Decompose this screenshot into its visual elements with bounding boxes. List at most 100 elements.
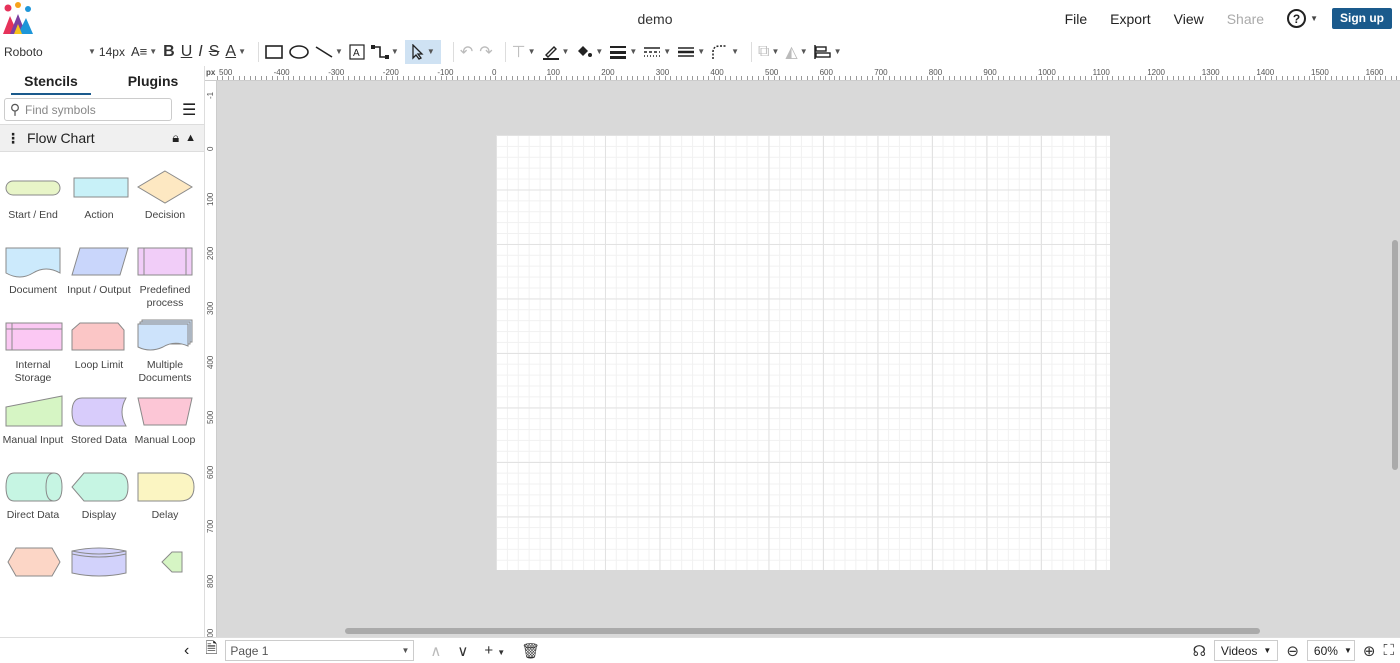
- page-up-icon[interactable]: ∧: [430, 642, 441, 660]
- stencil-manual-loop[interactable]: Manual Loop: [132, 393, 198, 464]
- ruler-tick: [217, 76, 218, 80]
- stencil-database[interactable]: [66, 543, 132, 614]
- text-size-button[interactable]: A≡ ▼: [131, 40, 157, 64]
- stencil-terminator[interactable]: Start / End: [0, 168, 66, 239]
- stencil-off-page[interactable]: [132, 543, 198, 614]
- horizontal-scrollbar[interactable]: [345, 628, 1260, 634]
- zoom-select[interactable]: 60% ▼: [1306, 640, 1355, 661]
- ruler-tick: [746, 76, 748, 80]
- ruler-tick: [555, 76, 557, 80]
- connector-tool-button[interactable]: ▼: [370, 40, 399, 64]
- drag-handle-icon[interactable]: ⋮: [6, 130, 20, 147]
- stencil-manual-input[interactable]: Manual Input: [0, 393, 66, 464]
- toolbar-divider: [257, 41, 259, 62]
- menu-file[interactable]: File: [1065, 11, 1088, 27]
- menu-export[interactable]: Export: [1110, 11, 1150, 27]
- line-width-button[interactable]: ▼: [609, 40, 637, 64]
- stencil-preparation[interactable]: [0, 543, 66, 614]
- help-button[interactable]: ? ▼: [1287, 9, 1318, 28]
- stencil-stored-data[interactable]: Stored Data: [66, 393, 132, 464]
- line-width-icon: [610, 45, 627, 59]
- bold-button[interactable]: B: [163, 40, 175, 64]
- search-placeholder: Find symbols: [25, 102, 96, 117]
- multi-document-shape-icon: [137, 319, 193, 351]
- flowchart-section-header[interactable]: ⋮ Flow Chart 🔒︎ ▲: [0, 124, 204, 152]
- tab-plugins[interactable]: Plugins: [102, 68, 204, 94]
- stencil-decision[interactable]: Decision: [132, 168, 198, 239]
- menu-share[interactable]: Share: [1227, 11, 1264, 27]
- ruler-tick-label: 0: [206, 146, 215, 151]
- line-tool-button[interactable]: ▼: [315, 40, 343, 64]
- arrange-button[interactable]: ⧉ ▼: [758, 40, 779, 64]
- main-menu: File Export View Share ? ▼ Sign up: [1065, 0, 1400, 37]
- chevron-up-icon[interactable]: ▲: [185, 132, 196, 144]
- font-family-select[interactable]: Roboto: [0, 45, 86, 59]
- stencil-label: Predefined process: [139, 284, 191, 309]
- lock-icon[interactable]: 🔒︎: [172, 130, 179, 146]
- ruler-tick: [457, 76, 459, 80]
- font-size-select[interactable]: ▼ 14px: [86, 40, 125, 64]
- vertical-scrollbar[interactable]: [1392, 240, 1398, 470]
- undo-button[interactable]: ↶: [460, 40, 473, 64]
- ruler-tick: [626, 76, 628, 80]
- page-select[interactable]: Page 1 ▼: [225, 640, 415, 661]
- ruler-tick: [823, 76, 825, 80]
- tab-stencils[interactable]: Stencils: [0, 68, 102, 95]
- stencil-loop-limit[interactable]: Loop Limit: [66, 318, 132, 389]
- ellipse-tool-button[interactable]: [289, 40, 309, 64]
- add-page-button[interactable]: + ▼: [484, 642, 505, 659]
- document-title[interactable]: demo: [600, 11, 710, 27]
- format-painter-button[interactable]: ⊤ ▼: [512, 40, 536, 64]
- stencil-internal-storage[interactable]: Internal Storage: [0, 318, 66, 389]
- rectangle-tool-button[interactable]: [265, 40, 283, 64]
- pointer-tool-button[interactable]: ▼: [404, 39, 441, 64]
- ruler-tick: [1292, 76, 1294, 80]
- stencil-display[interactable]: Display: [66, 468, 132, 539]
- ruler-tick: [1319, 76, 1321, 80]
- stencil-multi-document[interactable]: Multiple Documents: [132, 318, 198, 389]
- headset-icon[interactable]: ☊: [1193, 642, 1206, 660]
- ruler-tick-label: 300: [206, 301, 215, 315]
- ruler-tick: [397, 76, 399, 80]
- ruler-tick: [1161, 76, 1163, 80]
- delete-page-icon[interactable]: 🗑︎: [521, 642, 540, 660]
- align-button[interactable]: ▼: [813, 40, 842, 64]
- redo-button[interactable]: ↷: [479, 40, 492, 64]
- stencil-delay[interactable]: Delay: [132, 468, 198, 539]
- drawing-canvas[interactable]: [217, 81, 1400, 637]
- fill-color-button[interactable]: ▼: [575, 40, 603, 64]
- stencil-direct-data[interactable]: Direct Data: [0, 468, 66, 539]
- diagram-page[interactable]: [496, 135, 1110, 570]
- signup-button[interactable]: Sign up: [1332, 8, 1392, 29]
- stencil-document[interactable]: Document: [0, 243, 66, 314]
- strikethrough-button[interactable]: S: [209, 40, 220, 64]
- ruler-tick: [621, 76, 623, 80]
- italic-button[interactable]: I: [198, 40, 202, 64]
- line-style-button[interactable]: ▼: [643, 40, 671, 64]
- text-tool-button[interactable]: A: [349, 40, 365, 64]
- internal-storage-shape-icon: [5, 322, 63, 351]
- ruler-tick-label: -1: [206, 91, 215, 99]
- stencil-process[interactable]: Action: [66, 168, 132, 239]
- zoom-in-icon[interactable]: ⊕: [1363, 642, 1376, 660]
- font-color-button[interactable]: A ▼: [225, 40, 246, 64]
- flip-button[interactable]: ◭ ▼: [785, 40, 807, 64]
- ruler-tick: [855, 76, 857, 80]
- fullscreen-icon[interactable]: ⛶: [1383, 642, 1394, 659]
- line-color-button[interactable]: ▼: [542, 40, 569, 64]
- menu-view[interactable]: View: [1174, 11, 1204, 27]
- page-list-icon[interactable]: 🗎: [205, 638, 217, 663]
- stencil-data[interactable]: Input / Output: [66, 243, 132, 314]
- ruler-tick: [795, 76, 797, 80]
- stencil-predefined[interactable]: Predefined process: [132, 243, 198, 314]
- search-input[interactable]: ⚲ Find symbols: [4, 98, 172, 121]
- zoom-out-icon[interactable]: ⊖: [1286, 642, 1299, 660]
- underline-button[interactable]: U: [181, 40, 193, 64]
- hamburger-menu-icon[interactable]: ☰: [182, 100, 196, 120]
- app-logo-icon[interactable]: [2, 2, 34, 34]
- page-down-icon[interactable]: ∨: [457, 642, 468, 660]
- collapse-panel-icon[interactable]: ‹: [184, 642, 189, 660]
- arrow-style-button[interactable]: ▼: [677, 40, 705, 64]
- corner-style-button[interactable]: ▼: [711, 40, 739, 64]
- videos-select[interactable]: Videos ▼: [1213, 640, 1279, 661]
